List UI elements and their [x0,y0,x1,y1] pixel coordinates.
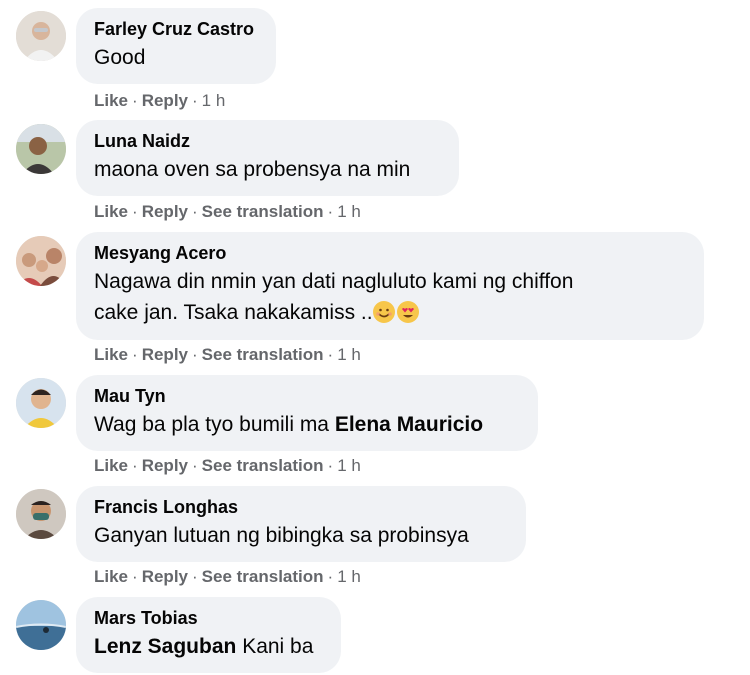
reply-button[interactable]: Reply [142,456,188,475]
comment-text-content: Wag ba pla tyo bumili ma [94,413,335,436]
comment-bubble: Farley Cruz Castro Good [76,8,276,84]
like-button[interactable]: Like [94,345,128,364]
separator: · [132,456,138,475]
comment-text-content: Kani ba [236,635,314,658]
person-photo-icon [16,378,66,428]
comment-text: cake jan. Tsaka nakakamiss .. [94,301,373,324]
person-photo-icon [16,124,66,174]
separator: · [327,567,334,586]
reply-button[interactable]: Reply [142,567,188,586]
comment-actions: Like · Reply · See translation · 1 h [94,345,361,365]
comment-bubble: Luna Naidz maona oven sa probensya na mi… [76,120,459,196]
separator: · [132,202,138,221]
comment-actions: Like · Reply · See translation · 1 h [94,567,361,587]
comment-author[interactable]: Farley Cruz Castro [94,18,258,40]
separator: · [192,345,198,364]
comment-text: maona oven sa probensya na min [94,158,411,181]
avatar[interactable] [16,489,66,539]
mention-link[interactable]: Lenz Saguban [94,635,236,658]
comment-text-line: Nagawa din nmin yan dati nagluluto kami … [94,270,574,293]
comment-author[interactable]: Mau Tyn [94,385,520,407]
group-photo-icon [16,236,66,286]
like-button[interactable]: Like [94,567,128,586]
comment-timestamp[interactable]: 1 h [337,345,361,364]
separator: · [192,91,198,110]
comment-bubble: Mars Tobias Lenz Saguban Kani ba [76,597,341,673]
like-button[interactable]: Like [94,456,128,475]
separator: · [132,345,138,364]
separator: · [327,202,334,221]
see-translation-button[interactable]: See translation [202,202,324,221]
comment-author[interactable]: Francis Longhas [94,496,508,518]
comment-author[interactable]: Mars Tobias [94,607,323,629]
see-translation-button[interactable]: See translation [202,345,324,364]
comment-author[interactable]: Luna Naidz [94,130,441,152]
comment-bubble: Mau Tyn Wag ba pla tyo bumili ma Elena M… [76,375,538,451]
comment-text-line: cake jan. Tsaka nakakamiss .. [94,297,686,328]
comment-actions: Like · Reply · 1 h [94,91,225,111]
comment-actions: Like · Reply · See translation · 1 h [94,202,361,222]
avatar[interactable] [16,236,66,286]
comment-actions: Like · Reply · See translation · 1 h [94,456,361,476]
separator: · [132,567,138,586]
see-translation-button[interactable]: See translation [202,567,324,586]
reply-button[interactable]: Reply [142,202,188,221]
comment-text: Lenz Saguban Kani ba [94,631,323,662]
like-button[interactable]: Like [94,91,128,110]
comment-text: Ganyan lutuan ng bibingka sa probinsya [94,524,469,547]
smiling-face-icon [372,301,395,323]
comment-timestamp[interactable]: 1 h [202,91,226,110]
separator: · [192,456,198,475]
avatar[interactable] [16,600,66,650]
separator: · [132,91,138,110]
avatar[interactable] [16,124,66,174]
like-button[interactable]: Like [94,202,128,221]
separator: · [192,202,198,221]
separator: · [327,456,334,475]
comment-timestamp[interactable]: 1 h [337,202,361,221]
see-translation-button[interactable]: See translation [202,456,324,475]
heart-eyes-face-icon [396,301,419,323]
comment-bubble: Francis Longhas Ganyan lutuan ng bibingk… [76,486,526,562]
separator: · [327,345,334,364]
mention-link[interactable]: Elena Mauricio [335,413,483,436]
separator: · [192,567,198,586]
comment-timestamp[interactable]: 1 h [337,567,361,586]
reply-button[interactable]: Reply [142,345,188,364]
comment-text: Good [94,46,146,69]
person-photo-icon [16,489,66,539]
reply-button[interactable]: Reply [142,91,188,110]
person-photo-icon [16,11,66,61]
comment-timestamp[interactable]: 1 h [337,456,361,475]
avatar[interactable] [16,11,66,61]
comment-bubble: Mesyang Acero Nagawa din nmin yan dati n… [76,232,704,340]
comment-text: Wag ba pla tyo bumili ma Elena Mauricio [94,409,520,440]
avatar[interactable] [16,378,66,428]
comment-author[interactable]: Mesyang Acero [94,242,686,264]
landscape-photo-icon [16,600,66,650]
